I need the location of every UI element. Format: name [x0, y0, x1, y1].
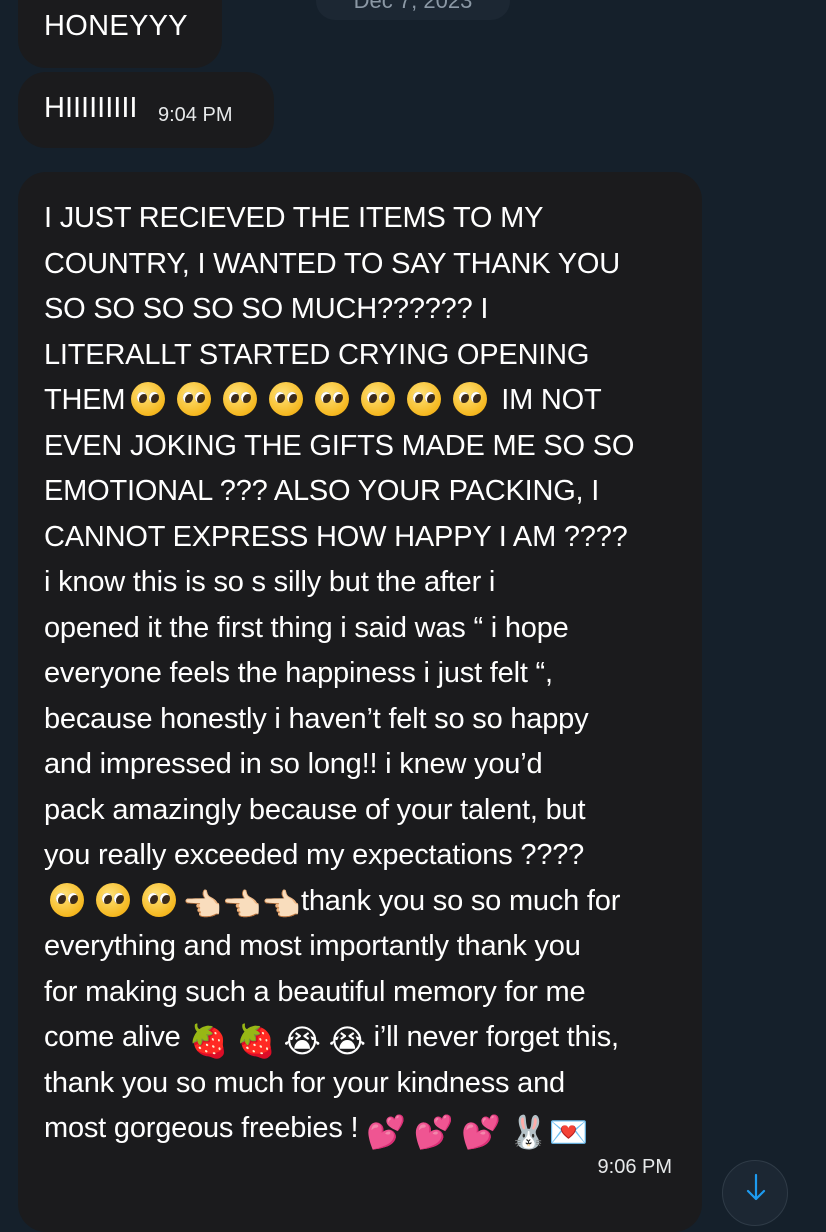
pleading-face-icon: [131, 382, 166, 416]
pleading-face-icon: [269, 382, 304, 416]
message-bubble[interactable]: HIIIIIIIII 9:04 PM: [18, 72, 274, 148]
pointing-left-icon: 👈🏻: [221, 885, 262, 924]
arrow-down-icon: [746, 1173, 766, 1201]
pleading-face-icon: [96, 882, 130, 917]
pleading-face-icon: [407, 382, 442, 416]
two-hearts-icon: 💕: [366, 1113, 406, 1151]
loudly-crying-face-icon: 😭: [283, 1022, 321, 1060]
rabbit-face-icon: 🐰: [508, 1113, 549, 1151]
pleading-face-icon: [50, 882, 84, 917]
message-timestamp: 9:06 PM: [597, 1156, 672, 1178]
pleading-face-icon: [361, 382, 396, 416]
pleading-face-icon: [315, 382, 350, 416]
two-hearts-icon: 💕: [413, 1113, 454, 1151]
pleading-face-icon: [223, 382, 258, 416]
scroll-to-bottom-button[interactable]: [722, 1160, 788, 1226]
pointing-left-icon: 👈🏻: [261, 885, 301, 924]
strawberry-icon: 🍓: [236, 1022, 276, 1060]
message-text: HIIIIIIIII: [44, 92, 138, 124]
pleading-face-icon: [453, 382, 488, 416]
strawberry-icon: 🍓: [188, 1022, 229, 1060]
pleading-face-icon: [177, 382, 212, 416]
two-hearts-icon: 💕: [461, 1113, 501, 1151]
message-bubble[interactable]: I JUST RECIEVED THE ITEMS TO MY COUNTRY,…: [18, 172, 702, 1232]
message-bubble[interactable]: HONEYYY: [18, 0, 222, 68]
pointing-left-icon: 👈🏻: [182, 885, 222, 924]
message-timestamp: 9:04 PM: [158, 104, 233, 126]
envelope-icon: 💌: [548, 1113, 589, 1151]
message-text: I JUST RECIEVED THE ITEMS TO MY COUNTRY,…: [44, 202, 635, 1151]
date-separator: Dec 7, 2023: [316, 0, 510, 20]
message-text: HONEYYY: [44, 10, 188, 42]
loudly-crying-face-icon: 😭: [328, 1022, 366, 1060]
pleading-face-icon: [142, 882, 176, 917]
